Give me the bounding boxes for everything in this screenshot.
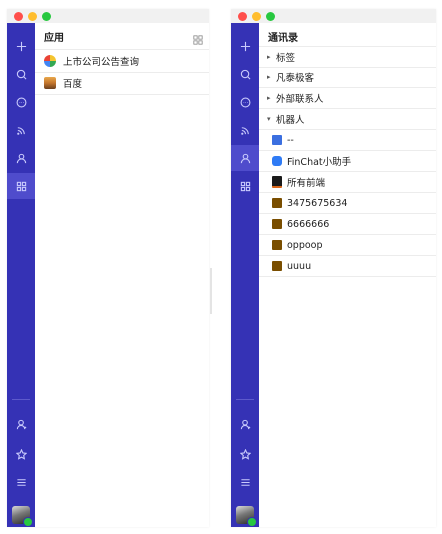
- robot-avatar-icon: [272, 261, 282, 271]
- group-company[interactable]: ▸ 凡泰极客: [259, 67, 436, 88]
- add-icon[interactable]: [7, 33, 35, 59]
- sidebar: [231, 23, 259, 527]
- robot-label: uuuu: [287, 260, 312, 272]
- group-label: 外部联系人: [276, 94, 324, 105]
- app-item-label: 上市公司公告查询: [63, 57, 140, 68]
- group-label: 机器人: [276, 115, 305, 126]
- robot-label: 3475675634: [287, 197, 348, 209]
- page-title: 应用: [44, 33, 64, 44]
- apps-panel: 应用 上市公司公告查询 百度: [35, 23, 212, 527]
- robot-avatar-icon: [272, 176, 282, 188]
- feed-icon[interactable]: [7, 117, 35, 143]
- sidebar-divider: [12, 399, 30, 400]
- close-button[interactable]: [14, 12, 23, 21]
- left-app-window: 应用 上市公司公告查询 百度: [7, 9, 212, 527]
- grid-view-icon[interactable]: [193, 30, 203, 45]
- list-item[interactable]: oppoop: [259, 235, 436, 256]
- list-item[interactable]: 所有前端: [259, 172, 436, 193]
- online-status-dot: [23, 517, 33, 527]
- apps-icon[interactable]: [231, 173, 259, 199]
- sidebar: [7, 23, 35, 527]
- robot-label: 6666666: [287, 218, 330, 230]
- robot-avatar-icon: [272, 156, 282, 166]
- chevron-right-icon: ▸: [267, 94, 271, 102]
- minimize-button[interactable]: [28, 12, 37, 21]
- apps-icon[interactable]: [7, 173, 35, 199]
- search-icon[interactable]: [231, 61, 259, 87]
- add-icon[interactable]: [231, 33, 259, 59]
- list-item[interactable]: --: [259, 130, 436, 151]
- list-item[interactable]: 3475675634: [259, 193, 436, 214]
- search-icon[interactable]: [7, 61, 35, 87]
- list-item[interactable]: uuuu: [259, 256, 436, 277]
- chevron-right-icon: ▸: [267, 53, 271, 61]
- list-item[interactable]: 6666666: [259, 214, 436, 235]
- close-button[interactable]: [238, 12, 247, 21]
- group-external-contacts[interactable]: ▸ 外部联系人: [259, 88, 436, 109]
- group-label: 标签: [276, 53, 296, 64]
- robot-label: FinChat小助手: [287, 157, 352, 168]
- group-label: 凡泰极客: [276, 73, 315, 84]
- group-tags[interactable]: ▸ 标签: [259, 46, 436, 68]
- landscape-thumbnail-icon: [44, 77, 56, 89]
- zoom-button[interactable]: [42, 12, 51, 21]
- robot-label: oppoop: [287, 239, 323, 251]
- profile-icon[interactable]: [7, 411, 35, 437]
- chevron-down-icon: ▾: [267, 115, 271, 123]
- page-title: 通讯录: [268, 33, 298, 44]
- robot-avatar-icon: [272, 198, 282, 208]
- pinwheel-icon: [44, 55, 56, 67]
- robot-avatar-icon: [272, 219, 282, 229]
- robot-avatar-icon: [272, 240, 282, 250]
- window-controls: [238, 12, 275, 21]
- minimize-button[interactable]: [252, 12, 261, 21]
- sidebar-divider: [236, 399, 254, 400]
- star-icon[interactable]: [7, 441, 35, 467]
- menu-icon[interactable]: [231, 469, 259, 495]
- robot-label: --: [287, 134, 294, 146]
- profile-icon[interactable]: [231, 411, 259, 437]
- list-item[interactable]: FinChat小助手: [259, 151, 436, 172]
- avatar[interactable]: [12, 506, 33, 527]
- feed-icon[interactable]: [231, 117, 259, 143]
- contacts-icon[interactable]: [231, 145, 259, 171]
- scrollbar[interactable]: [210, 268, 212, 314]
- contacts-icon[interactable]: [7, 145, 35, 171]
- menu-icon[interactable]: [7, 469, 35, 495]
- robot-avatar-icon: [272, 135, 282, 145]
- app-item-baidu[interactable]: 百度: [35, 72, 209, 95]
- chat-icon[interactable]: [231, 89, 259, 115]
- avatar[interactable]: [236, 506, 257, 527]
- window-controls: [14, 12, 51, 21]
- app-item-label: 百度: [63, 79, 83, 90]
- online-status-dot: [247, 517, 257, 527]
- robot-label: 所有前端: [287, 178, 326, 189]
- right-app-window: 通讯录 ▸ 标签 ▸ 凡泰极客 ▸ 外部联系人 ▾ 机器人 -- FinChat…: [231, 9, 436, 527]
- group-robots[interactable]: ▾ 机器人: [259, 109, 436, 130]
- zoom-button[interactable]: [266, 12, 275, 21]
- chat-icon[interactable]: [7, 89, 35, 115]
- chevron-right-icon: ▸: [267, 73, 271, 81]
- star-icon[interactable]: [231, 441, 259, 467]
- contacts-panel: 通讯录 ▸ 标签 ▸ 凡泰极客 ▸ 外部联系人 ▾ 机器人 -- FinChat…: [259, 23, 436, 527]
- app-item-stock-announcements[interactable]: 上市公司公告查询: [35, 49, 209, 73]
